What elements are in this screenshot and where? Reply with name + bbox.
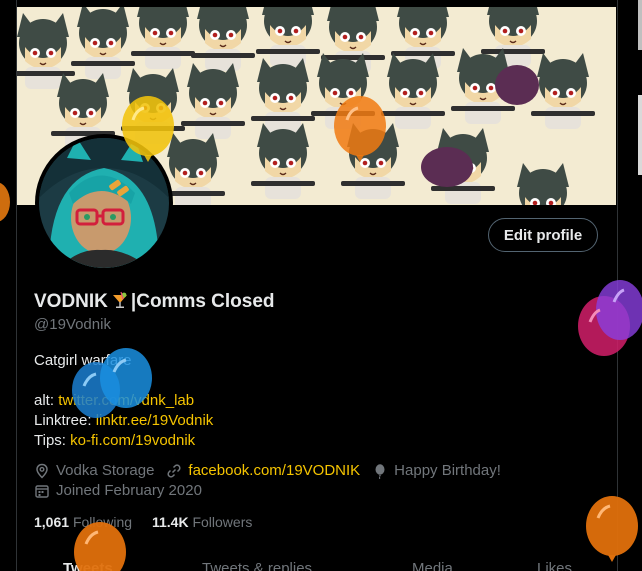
- display-name-suffix: |Comms Closed: [130, 291, 275, 312]
- website-link[interactable]: facebook.com/19VODNIK: [188, 462, 360, 479]
- orange-balloon-decoration-right: [586, 496, 638, 562]
- bio-tips-label: Tips:: [34, 432, 71, 449]
- profile-meta-row: Vodka Storage facebook.com/19VODNIK Happ…: [34, 462, 513, 479]
- yellow-balloon-decoration: [122, 96, 174, 162]
- link-icon: [166, 463, 182, 479]
- joined-row: Joined February 2020: [34, 482, 202, 499]
- scroll-indicator-top: [638, 0, 642, 50]
- location-pin-icon: [34, 463, 50, 479]
- display-name: VODNIK |Comms Closed: [34, 291, 275, 313]
- orange-balloon-decoration-bottom: [74, 522, 126, 571]
- website: facebook.com/19VODNIK: [166, 462, 360, 479]
- tab-media[interactable]: Media: [412, 560, 453, 571]
- tab-likes[interactable]: Likes: [537, 560, 572, 571]
- orange-balloon-decoration-left: [0, 182, 10, 222]
- birthday: Happy Birthday!: [372, 462, 501, 479]
- location-text: Vodka Storage: [56, 462, 155, 479]
- bio-alt-label: alt:: [34, 392, 59, 409]
- orange-balloon-decoration-banner: [334, 96, 386, 162]
- joined-text: Joined February 2020: [56, 482, 202, 499]
- scroll-indicator-mid: [638, 95, 642, 175]
- followers-count: 11.4K: [151, 514, 189, 530]
- display-name-text: VODNIK: [34, 291, 108, 312]
- balloon-icon: [372, 463, 388, 479]
- follow-stats: 1,061 Following 11.4K Followers: [34, 514, 252, 530]
- location: Vodka Storage: [34, 462, 154, 479]
- bio-tips-line: Tips: ko-fi.com/19vodnik: [34, 431, 213, 451]
- tropical-drink-emoji-icon: [111, 291, 129, 309]
- blue-balloon-decoration: [72, 348, 152, 418]
- birthday-text: Happy Birthday!: [394, 462, 501, 479]
- followers-link[interactable]: 11.4K Followers: [152, 514, 252, 530]
- followers-label: Followers: [192, 514, 253, 530]
- user-handle: @19Vodnik: [34, 316, 111, 333]
- edit-profile-button[interactable]: Edit profile: [488, 218, 598, 252]
- tab-tweets-replies[interactable]: Tweets & replies: [202, 560, 312, 571]
- bio-tips-link[interactable]: ko-fi.com/19vodnik: [70, 432, 195, 449]
- following-count: 1,061: [34, 514, 70, 530]
- calendar-icon: [34, 483, 50, 499]
- purple-pink-balloon-decoration: [578, 280, 642, 356]
